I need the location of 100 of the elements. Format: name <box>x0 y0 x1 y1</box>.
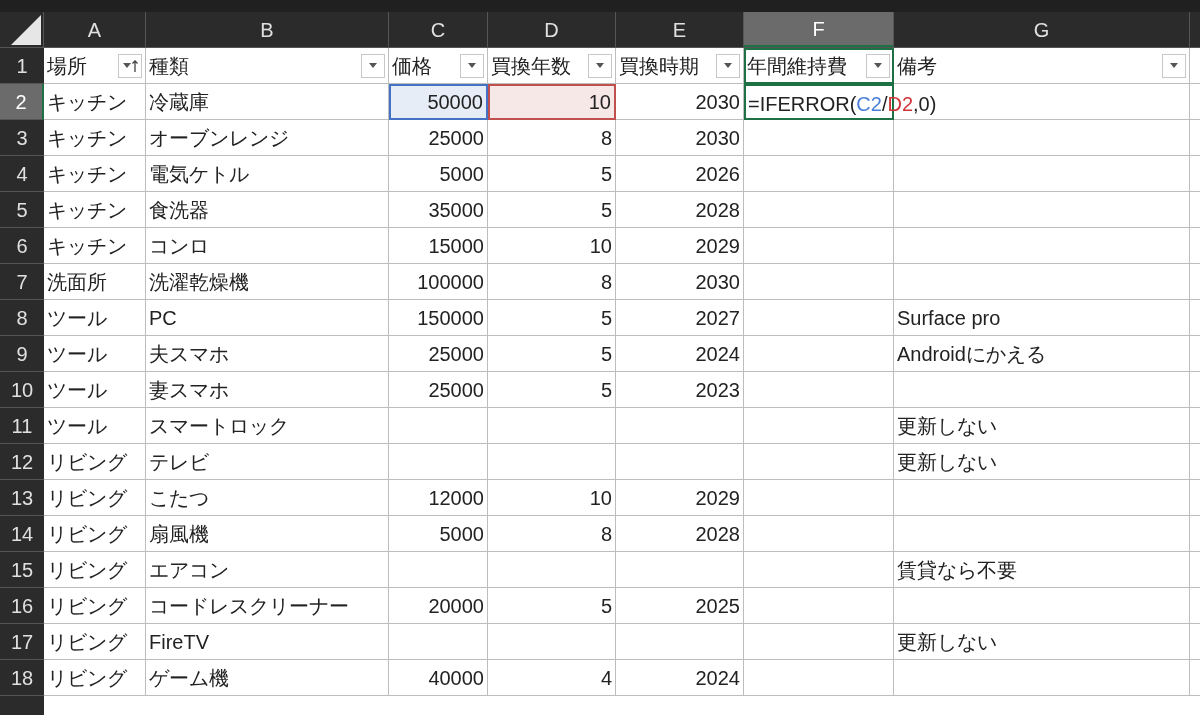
table-cell: ゲーム機 <box>146 660 389 696</box>
table-cell: 扇風機 <box>146 516 389 552</box>
table-cell: 10 <box>488 228 616 264</box>
caret-icon <box>369 63 377 68</box>
filter-dropdown-button[interactable] <box>716 53 740 78</box>
table-cell: 2030 <box>616 120 744 156</box>
table-cell: 2024 <box>616 660 744 696</box>
table-cell: リビング <box>44 552 146 588</box>
column-title: 備考 <box>897 53 937 79</box>
table-cell: 5 <box>488 192 616 228</box>
table-cell: スマートロック <box>146 408 389 444</box>
table-cell: 5 <box>488 300 616 336</box>
table-cell: キッチン <box>44 156 146 192</box>
table-cell: Surface pro <box>894 300 1190 336</box>
table-cell: 2028 <box>616 516 744 552</box>
table-cell: 5 <box>488 372 616 408</box>
table-cell: 10 <box>488 480 616 516</box>
table-cell: リビング <box>44 516 146 552</box>
filter-dropdown-button[interactable] <box>1162 53 1186 78</box>
table-cell: キッチン <box>44 228 146 264</box>
table-cell: 25000 <box>389 336 488 372</box>
column-header[interactable]: G <box>894 12 1190 47</box>
column-title: 場所 <box>47 53 87 79</box>
table-cell: 35000 <box>389 192 488 228</box>
corner-triangle-icon <box>11 15 41 45</box>
table-cell: ツール <box>44 336 146 372</box>
table-cell: 2023 <box>616 372 744 408</box>
filter-dropdown-button[interactable] <box>866 53 890 78</box>
table-cell: リビング <box>44 588 146 624</box>
row-header[interactable]: 2 <box>0 84 44 120</box>
column-title: 年間維持費 <box>747 53 847 79</box>
table-cell: ツール <box>44 300 146 336</box>
caret-icon <box>596 63 604 68</box>
column-title: 買換時期 <box>619 53 699 79</box>
table-cell: コンロ <box>146 228 389 264</box>
table-cell: FireTV <box>146 624 389 660</box>
table-cell: 12000 <box>389 480 488 516</box>
table-cell: ツール <box>44 408 146 444</box>
table-cell: リビング <box>44 624 146 660</box>
table-cell: キッチン <box>44 84 146 120</box>
table-cell: 40000 <box>389 660 488 696</box>
caret-icon <box>468 63 476 68</box>
referenced-cell: 10 <box>488 84 616 120</box>
table-cell: オーブンレンジ <box>146 120 389 156</box>
table-cell: 2025 <box>616 588 744 624</box>
table-cell: 20000 <box>389 588 488 624</box>
table-cell: リビング <box>44 660 146 696</box>
table-cell: 2029 <box>616 228 744 264</box>
column-header[interactable]: B <box>146 12 389 47</box>
table-cell: Androidにかえる <box>894 336 1190 372</box>
table-cell: テレビ <box>146 444 389 480</box>
caret-icon <box>1170 63 1178 68</box>
table-cell: 更新しない <box>894 408 1190 444</box>
table-cell: リビング <box>44 480 146 516</box>
table-cell: 25000 <box>389 120 488 156</box>
filter-dropdown-button[interactable] <box>361 53 385 78</box>
table-cell: 5000 <box>389 156 488 192</box>
filter-dropdown-button[interactable] <box>460 53 484 78</box>
table-cell: 洗面所 <box>44 264 146 300</box>
table-cell: キッチン <box>44 120 146 156</box>
table-cell: 2027 <box>616 300 744 336</box>
sort-arrow-icon <box>131 59 138 72</box>
filter-dropdown-button[interactable] <box>588 53 612 78</box>
table-cell: 賃貸なら不要 <box>894 552 1190 588</box>
table-cell: 更新しない <box>894 624 1190 660</box>
table-cell: 5 <box>488 156 616 192</box>
table-cell: 15000 <box>389 228 488 264</box>
referenced-cell: 50000 <box>389 84 488 120</box>
table-cell: 2024 <box>616 336 744 372</box>
table-cell: 夫スマホ <box>146 336 389 372</box>
column-header[interactable]: D <box>488 12 616 47</box>
table-cell: 5 <box>488 336 616 372</box>
table-cell: 150000 <box>389 300 488 336</box>
table-cell: 洗濯乾燥機 <box>146 264 389 300</box>
table-cell: 電気ケトル <box>146 156 389 192</box>
table-cell: ツール <box>44 372 146 408</box>
table-cell: エアコン <box>146 552 389 588</box>
column-header[interactable]: A <box>44 12 146 47</box>
table-cell: 8 <box>488 120 616 156</box>
table-cell: PC <box>146 300 389 336</box>
sort-filter-button[interactable] <box>118 53 142 78</box>
column-title: 買換年数 <box>491 53 571 79</box>
table-cell: 2029 <box>616 480 744 516</box>
table-cell: 2026 <box>616 156 744 192</box>
table-cell: 妻スマホ <box>146 372 389 408</box>
table-cell: 冷蔵庫 <box>146 84 389 120</box>
table-cell: リビング <box>44 444 146 480</box>
table-cell: 100000 <box>389 264 488 300</box>
column-title: 価格 <box>392 53 432 79</box>
table-cell: 5000 <box>389 516 488 552</box>
table-cell: キッチン <box>44 192 146 228</box>
table-cell: 5 <box>488 588 616 624</box>
column-header[interactable]: F <box>744 12 894 47</box>
table-cell: 2030 <box>616 264 744 300</box>
table-cell: 食洗器 <box>146 192 389 228</box>
table-cell: こたつ <box>146 480 389 516</box>
table-cell: 25000 <box>389 372 488 408</box>
table-cell: 更新しない <box>894 444 1190 480</box>
column-header[interactable]: C <box>389 12 488 47</box>
table-cell: 2030 <box>616 84 744 120</box>
